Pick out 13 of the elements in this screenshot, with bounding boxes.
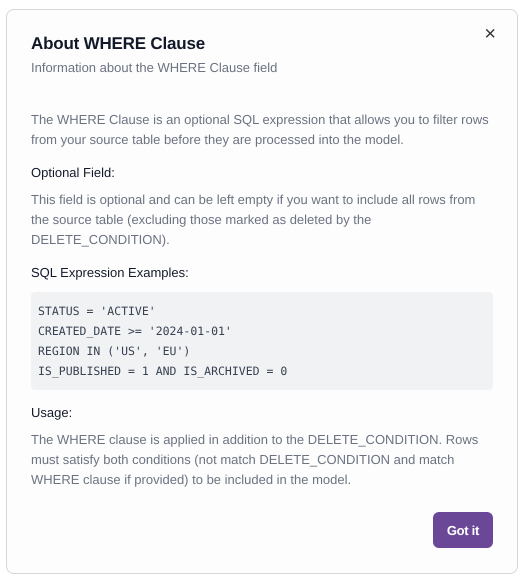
code-line: REGION IN ('US', 'EU') [38,343,192,360]
dialog-subtitle: Information about the WHERE Clause field [31,59,278,77]
intro-paragraph: The WHERE Clause is an optional SQL expression that allows you to filter rows from your source table before they are processed into the model. [31,111,490,149]
section-heading: SQL Expression Examples: [31,264,190,282]
dialog-title: About WHERE Clause [31,33,206,55]
section-paragraph: This field is optional and can be left empty if you want to include all rows from the source table (excluding those marked as deleted by the DELETE_CONDITION). [31,191,476,249]
code-line: CREATED_DATE >= '2024-01-01' [38,323,233,340]
code-line: IS_PUBLISHED = 1 AND IS_ARCHIVED = 0 [38,363,288,380]
got-it-button[interactable]: Got it [432,512,493,548]
section-paragraph: The WHERE clause is applied in addition to the DELETE_CONDITION. Rows must satisfy both conditions (not match DELETE_CONDITION and match WHERE clause if provided) to be included in the model. [31,431,480,489]
code-line: STATUS = 'ACTIVE' [38,303,157,320]
section-heading: Optional Field: [31,164,116,182]
section-heading: Usage: [31,404,74,422]
